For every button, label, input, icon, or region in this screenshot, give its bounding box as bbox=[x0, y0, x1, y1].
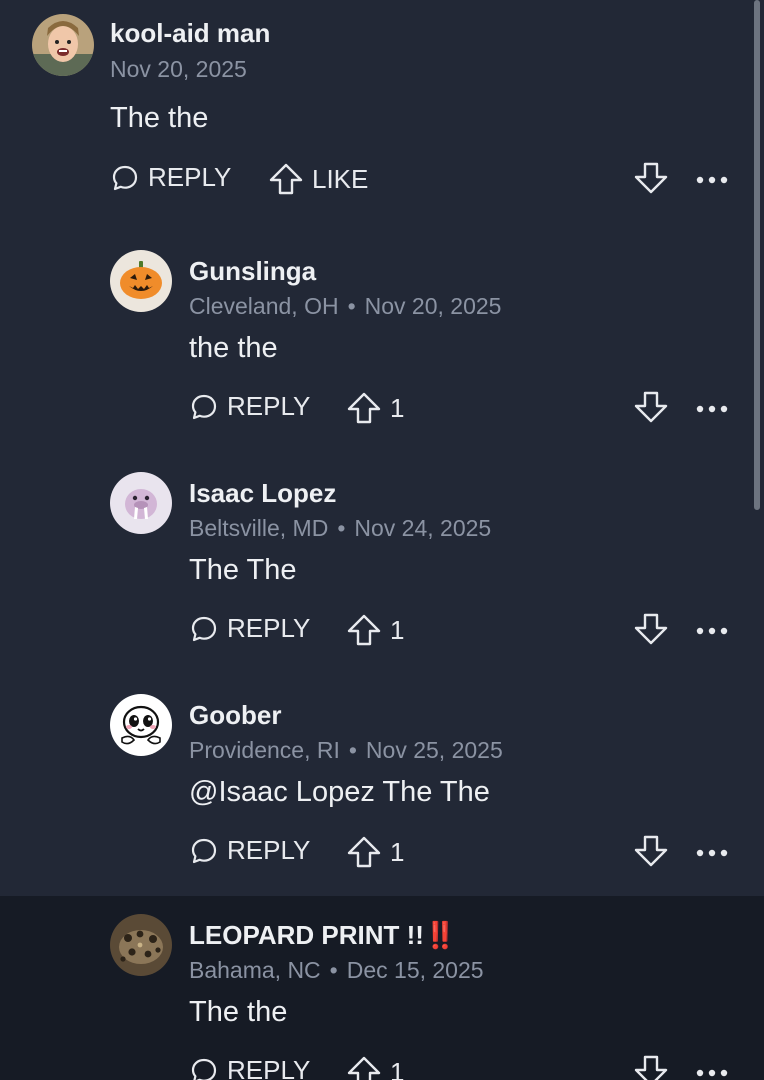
more-options-button[interactable] bbox=[692, 389, 732, 429]
downvote-arrow-icon bbox=[633, 161, 669, 200]
scrollbar[interactable] bbox=[754, 0, 760, 510]
speech-bubble-icon bbox=[189, 614, 219, 644]
comment-date: Dec 15, 2025 bbox=[346, 957, 484, 983]
more-dots-icon bbox=[696, 171, 728, 189]
like-button[interactable]: 1 bbox=[346, 613, 404, 647]
avatar[interactable] bbox=[110, 914, 172, 976]
downvote-button[interactable] bbox=[631, 1053, 671, 1080]
more-dots-icon bbox=[696, 1064, 728, 1080]
speech-bubble-icon bbox=[189, 1056, 219, 1080]
upvote-arrow-icon bbox=[346, 391, 382, 425]
downvote-button[interactable] bbox=[631, 611, 671, 651]
reply-button[interactable]: REPLY bbox=[189, 1055, 310, 1080]
more-options-button[interactable] bbox=[692, 160, 732, 200]
reply-label: REPLY bbox=[227, 391, 311, 421]
username[interactable]: Gunslinga bbox=[189, 256, 316, 287]
like-button[interactable]: LIKE bbox=[268, 162, 368, 196]
comment-meta: Cleveland, OH • Nov 20, 2025 bbox=[189, 293, 501, 320]
more-options-button[interactable] bbox=[692, 611, 732, 651]
meta-separator: • bbox=[337, 515, 346, 541]
comment-meta: Nov 20, 2025 bbox=[110, 56, 247, 83]
comment-body: The The bbox=[189, 554, 297, 586]
upvote-arrow-icon bbox=[346, 1055, 382, 1080]
like-button[interactable]: 1 bbox=[346, 1055, 404, 1080]
comment-location: Providence, RI bbox=[189, 737, 340, 763]
speech-bubble-icon bbox=[110, 163, 140, 193]
speech-bubble-icon bbox=[189, 392, 219, 422]
reply-label: REPLY bbox=[227, 613, 311, 643]
more-dots-icon bbox=[696, 844, 728, 862]
avatar[interactable] bbox=[110, 472, 172, 534]
downvote-button[interactable] bbox=[631, 160, 671, 200]
username[interactable]: Goober bbox=[189, 700, 281, 731]
like-button[interactable]: 1 bbox=[346, 835, 404, 869]
avatar[interactable] bbox=[110, 694, 172, 756]
comment-date: Nov 20, 2025 bbox=[364, 293, 502, 319]
downvote-button[interactable] bbox=[631, 389, 671, 429]
meta-separator: • bbox=[348, 737, 357, 763]
downvote-arrow-icon bbox=[633, 612, 669, 651]
comment-highlighted: LEOPARD PRINT !!‼️ Bahama, NC • Dec 15, 20… bbox=[0, 896, 764, 1080]
downvote-arrow-icon bbox=[633, 390, 669, 429]
username[interactable]: Isaac Lopez bbox=[189, 478, 336, 509]
like-count: 1 bbox=[390, 614, 405, 645]
like-count: 1 bbox=[390, 836, 405, 867]
comment: Isaac Lopez Beltsville, MD • Nov 24, 2025 … bbox=[0, 452, 764, 674]
comment: Goober Providence, RI • Nov 25, 2025 @Isaa… bbox=[0, 674, 764, 896]
reply-button[interactable]: REPLY bbox=[189, 613, 310, 644]
meta-separator: • bbox=[329, 957, 338, 983]
reply-button[interactable]: REPLY bbox=[189, 391, 310, 422]
comment-location: Bahama, NC bbox=[189, 957, 321, 983]
username[interactable]: LEOPARD PRINT !!‼️ bbox=[189, 920, 456, 951]
downvote-arrow-icon bbox=[633, 1054, 669, 1080]
comment-body: The the bbox=[189, 996, 288, 1028]
reply-label: REPLY bbox=[227, 1055, 311, 1080]
like-label: LIKE bbox=[312, 163, 369, 194]
upvote-arrow-icon bbox=[268, 162, 304, 196]
username[interactable]: kool-aid man bbox=[110, 18, 270, 49]
comment-thread: kool-aid man Nov 20, 2025 The the REPLY … bbox=[0, 0, 764, 1080]
like-count: 1 bbox=[390, 1056, 405, 1080]
comment-date: Nov 25, 2025 bbox=[365, 737, 503, 763]
comment-date: Nov 24, 2025 bbox=[354, 515, 492, 541]
upvote-arrow-icon bbox=[346, 835, 382, 869]
more-options-button[interactable] bbox=[692, 833, 732, 873]
reply-button[interactable]: REPLY bbox=[110, 162, 231, 193]
double-exclamation-emoji: ‼️ bbox=[423, 920, 457, 950]
like-button[interactable]: 1 bbox=[346, 391, 404, 425]
comment-meta: Providence, RI • Nov 25, 2025 bbox=[189, 737, 503, 764]
avatar[interactable] bbox=[110, 250, 172, 312]
comment-body: @Isaac Lopez The The bbox=[189, 776, 490, 808]
more-dots-icon bbox=[696, 622, 728, 640]
comment-body: The the bbox=[110, 102, 209, 134]
comment-location: Beltsville, MD bbox=[189, 515, 329, 541]
comment-date: Nov 20, 2025 bbox=[110, 56, 247, 82]
reply-button[interactable]: REPLY bbox=[189, 835, 310, 866]
reply-label: REPLY bbox=[227, 835, 311, 865]
comment-location: Cleveland, OH bbox=[189, 293, 339, 319]
comment: kool-aid man Nov 20, 2025 The the REPLY … bbox=[0, 0, 764, 230]
like-count: 1 bbox=[390, 392, 405, 423]
upvote-arrow-icon bbox=[346, 613, 382, 647]
username-text: LEOPARD PRINT !! bbox=[189, 920, 424, 950]
downvote-arrow-icon bbox=[633, 834, 669, 873]
more-dots-icon bbox=[696, 400, 728, 418]
avatar[interactable] bbox=[32, 14, 94, 76]
more-options-button[interactable] bbox=[692, 1053, 732, 1080]
comment-body: the the bbox=[189, 332, 278, 364]
meta-separator: • bbox=[347, 293, 356, 319]
speech-bubble-icon bbox=[189, 836, 219, 866]
downvote-button[interactable] bbox=[631, 833, 671, 873]
comment: Gunslinga Cleveland, OH • Nov 20, 2025 the… bbox=[0, 230, 764, 452]
comment-meta: Beltsville, MD • Nov 24, 2025 bbox=[189, 515, 491, 542]
reply-label: REPLY bbox=[148, 162, 232, 192]
comment-meta: Bahama, NC • Dec 15, 2025 bbox=[189, 957, 484, 984]
